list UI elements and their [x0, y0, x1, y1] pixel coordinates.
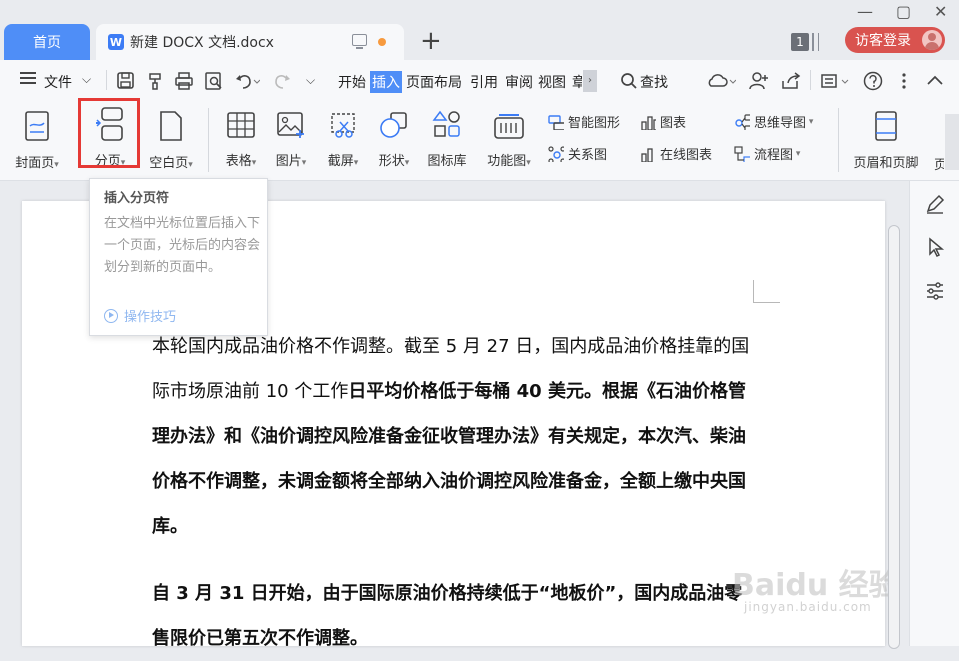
- page-break-tooltip: 插入分页符 在文档中光标位置后插入下一个页面，光标后的内容会划分到新的页面中。 …: [89, 178, 268, 336]
- document-title: 新建 DOCX 文档.docx: [130, 35, 274, 51]
- settings-sliders-icon[interactable]: [924, 280, 946, 302]
- icon-library-button[interactable]: 图标库: [422, 110, 472, 169]
- right-side-panel: [909, 181, 959, 646]
- ribbon-scroll-right-icon[interactable]: [945, 114, 959, 170]
- window-list-icon[interactable]: [812, 33, 819, 51]
- menu-references[interactable]: 引用: [470, 72, 498, 92]
- minimize-button[interactable]: —: [857, 2, 873, 21]
- chevron-down-icon[interactable]: ⌵: [82, 72, 91, 87]
- collapse-ribbon-icon[interactable]: [926, 71, 944, 95]
- menu-start[interactable]: 开始: [338, 72, 366, 92]
- paragraph-1[interactable]: 本轮国内成品油价格不作调整。截至 5 月 27 日，国内成品油价格挂靠的国际市场…: [152, 324, 756, 549]
- page-number-button-cut[interactable]: 页: [934, 154, 944, 173]
- cursor-select-icon[interactable]: [924, 236, 946, 258]
- tab-document[interactable]: W 新建 DOCX 文档.docx: [96, 24, 404, 60]
- menu-view[interactable]: 视图: [538, 72, 566, 92]
- relation-chart-button[interactable]: 关系图: [548, 144, 607, 163]
- tab-home[interactable]: 首页: [4, 24, 90, 60]
- hamburger-menu-icon[interactable]: [20, 70, 38, 90]
- function-chart-button[interactable]: 功能图▾: [480, 110, 538, 169]
- close-button[interactable]: ✕: [934, 2, 947, 21]
- cover-page-icon: [25, 111, 49, 141]
- new-tab-button[interactable]: +: [420, 26, 442, 56]
- picture-button[interactable]: 图片▾: [268, 110, 314, 169]
- window-count-badge[interactable]: 1: [791, 33, 809, 51]
- help-icon[interactable]: [863, 71, 883, 95]
- cover-page-button[interactable]: 封面页▾: [10, 110, 64, 171]
- share-user-icon[interactable]: [748, 71, 770, 95]
- tooltip-tips-link[interactable]: 操作技巧: [104, 306, 176, 325]
- tooltip-title: 插入分页符: [104, 191, 170, 206]
- menu-section[interactable]: 章: [572, 72, 582, 92]
- maximize-button[interactable]: ▢: [896, 2, 911, 21]
- divider: [810, 70, 811, 90]
- icon-library-icon: [432, 110, 460, 137]
- blank-page-icon: [160, 111, 182, 141]
- function-chart-icon: [494, 114, 524, 139]
- menu-bar: 文件 ⌵ ⌵ 开始 插入 页面布局 引用 审阅 视图 章 › 查找: [0, 60, 959, 102]
- smart-art-button[interactable]: 智能图形: [548, 112, 620, 131]
- margin-crop-mark: [753, 280, 780, 303]
- undo-icon[interactable]: [234, 71, 261, 95]
- scrollbar-thumb[interactable]: [888, 225, 900, 649]
- shape-button[interactable]: 形状▾: [371, 110, 417, 169]
- relation-chart-icon: [548, 145, 564, 162]
- smart-art-icon: [548, 114, 564, 130]
- page-break-highlight: [78, 98, 140, 168]
- more-options-icon[interactable]: [901, 71, 907, 95]
- tooltip-description: 在文档中光标位置后插入下一个页面，光标后的内容会划分到新的页面中。: [104, 216, 261, 275]
- menu-insert[interactable]: 插入: [370, 71, 402, 93]
- online-chart-button[interactable]: 在线图表: [640, 144, 712, 163]
- monitor-icon[interactable]: [352, 34, 367, 49]
- vertical-scrollbar[interactable]: [886, 215, 902, 649]
- menu-scroll-right-icon[interactable]: ›: [583, 70, 597, 92]
- redo-icon[interactable]: [272, 71, 292, 95]
- unsaved-dot-icon: [378, 38, 386, 46]
- divider: [838, 108, 839, 172]
- header-footer-icon: [875, 111, 897, 141]
- cloud-sync-icon[interactable]: [706, 71, 737, 95]
- document-tools-icon[interactable]: [820, 71, 850, 95]
- divider: [208, 108, 209, 172]
- print-icon[interactable]: [174, 71, 194, 95]
- watermark-url: jingyan.baidu.com: [744, 600, 872, 614]
- save-icon[interactable]: [116, 71, 136, 95]
- writer-doc-icon: W: [108, 34, 124, 50]
- play-icon: [104, 308, 118, 323]
- quick-access-dropdown-icon[interactable]: ⌵: [306, 73, 315, 88]
- chart-button[interactable]: 图表: [640, 112, 686, 131]
- chart-icon: [641, 115, 656, 130]
- shape-icon: [380, 112, 407, 138]
- mind-map-button[interactable]: 思维导图 ▾: [734, 112, 813, 131]
- flowchart-icon: [734, 145, 750, 162]
- print-preview-icon[interactable]: [204, 71, 224, 95]
- export-icon[interactable]: [780, 71, 802, 95]
- paragraph-1-bold: 日平均价格低于每桶 40 美元。根据《石油价格管理办法》和《油价调控风险准备金征…: [152, 381, 746, 537]
- table-button[interactable]: 表格▾: [218, 110, 264, 169]
- login-label: 访客登录: [855, 33, 911, 49]
- menu-review[interactable]: 审阅: [505, 72, 533, 92]
- menu-page-layout[interactable]: 页面布局: [406, 72, 462, 92]
- insert-ribbon: 封面页▾ 分页▾ 空白页▾ 表格▾ 图片▾ 截屏▾ 形状▾ 图标库 功能图▾ 智…: [0, 102, 959, 181]
- flowchart-button[interactable]: 流程图 ▾: [734, 144, 800, 163]
- pen-edit-icon[interactable]: [924, 193, 946, 215]
- mind-map-icon: [735, 113, 750, 130]
- watermark-logo: Baidu 经验: [732, 568, 899, 603]
- screenshot-button[interactable]: 截屏▾: [320, 110, 366, 169]
- search-button[interactable]: 查找: [640, 72, 668, 92]
- blank-page-button[interactable]: 空白页▾: [142, 110, 200, 171]
- tab-bar: 首页 W 新建 DOCX 文档.docx + — ▢ ✕ 1 访客登录: [0, 0, 959, 60]
- search-icon: [620, 72, 638, 94]
- menu-file[interactable]: 文件: [44, 72, 72, 92]
- header-footer-button[interactable]: 页眉和页脚: [846, 110, 926, 171]
- divider: [106, 70, 107, 90]
- picture-icon: [277, 112, 304, 138]
- online-chart-icon: [641, 147, 653, 162]
- avatar: [922, 30, 942, 50]
- guest-login-button[interactable]: 访客登录: [845, 27, 945, 53]
- format-painter-icon[interactable]: [146, 71, 166, 95]
- table-icon: [227, 112, 255, 138]
- paragraph-2[interactable]: 自 3 月 31 日开始，由于国际原油价格持续低于“地板价”，国内成品油零售限价…: [152, 571, 756, 661]
- screenshot-icon: [331, 113, 355, 138]
